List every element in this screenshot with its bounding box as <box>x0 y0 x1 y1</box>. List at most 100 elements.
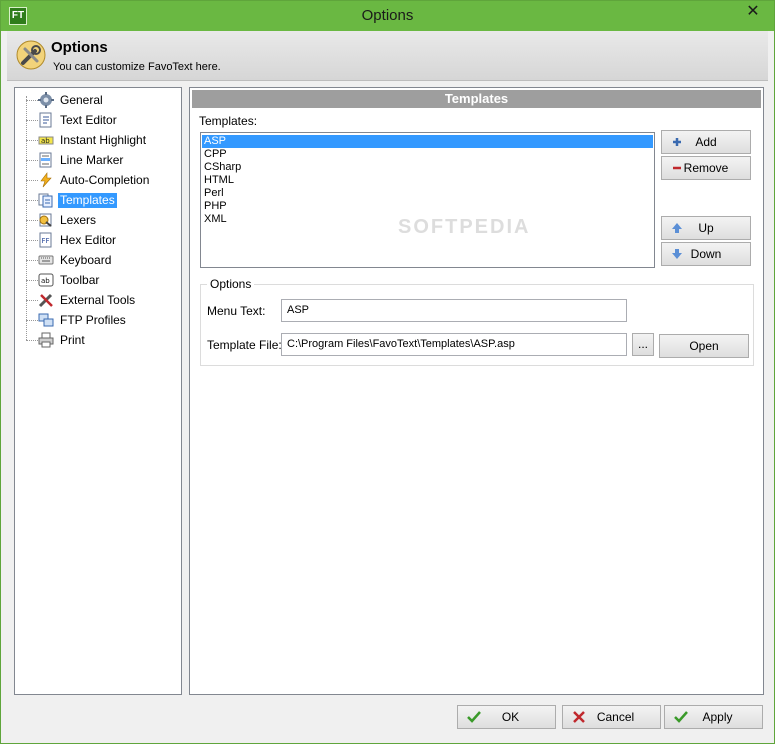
list-item[interactable]: ASP <box>202 135 653 148</box>
browse-button[interactable]: ... <box>632 333 654 356</box>
tree-connector <box>26 120 38 121</box>
tree-item-label: Lexers <box>60 213 97 227</box>
add-button[interactable]: Add <box>661 130 751 154</box>
down-button[interactable]: Down <box>661 242 751 266</box>
tree-item-label: Templates <box>58 193 117 208</box>
svg-text:ab: ab <box>41 277 50 285</box>
options-legend: Options <box>207 277 255 291</box>
printer-icon <box>38 332 54 348</box>
arrow-up-icon <box>672 223 682 233</box>
tree-item-label: Instant Highlight <box>60 133 147 147</box>
list-item[interactable]: HTML <box>202 174 653 187</box>
templates-icon <box>38 193 53 208</box>
tree-item-label: External Tools <box>60 293 136 307</box>
tree-connector <box>26 320 38 321</box>
remove-button[interactable]: Remove <box>661 156 751 180</box>
list-item[interactable]: Perl <box>202 187 653 200</box>
tree-connector <box>26 200 38 201</box>
ok-button[interactable]: OK <box>457 705 556 729</box>
tree-connector <box>26 260 38 261</box>
list-item[interactable]: CPP <box>202 148 653 161</box>
cancel-button[interactable]: Cancel <box>562 705 661 729</box>
up-button[interactable]: Up <box>661 216 751 240</box>
keyboard-icon <box>38 255 54 265</box>
tree-connector <box>26 220 38 221</box>
tree-item-external-tools[interactable]: External Tools <box>15 290 181 310</box>
tree-item-label: Text Editor <box>60 113 117 127</box>
lexers-icon <box>39 213 52 227</box>
hex-icon: FF <box>39 232 52 248</box>
options-tree[interactable]: General Text Editor ab Instant Highlight… <box>14 87 182 695</box>
tree-item-line-marker[interactable]: Line Marker <box>15 150 181 170</box>
templates-label: Templates: <box>199 114 258 128</box>
tree-item-label: FTP Profiles <box>60 313 126 327</box>
tree-item-toolbar[interactable]: ab Toolbar <box>15 270 181 290</box>
options-window: FT Options ✕ Options You can customize F… <box>0 0 775 744</box>
tree-connector <box>26 100 38 101</box>
line-marker-icon <box>39 152 52 168</box>
header-banner: Options You can customize FavoText here. <box>7 31 768 81</box>
tree-item-label: Auto-Completion <box>60 173 150 187</box>
tools-icon <box>38 293 53 308</box>
tree-item-text-editor[interactable]: Text Editor <box>15 110 181 130</box>
tree-item-label: Hex Editor <box>60 233 117 247</box>
apply-button-label: Apply <box>702 710 733 724</box>
tree-item-general[interactable]: General <box>15 90 181 110</box>
tree-connector <box>26 140 38 141</box>
templates-list[interactable]: ASP CPP CSharp HTML Perl PHP XML <box>200 132 655 268</box>
tree-item-label: Print <box>60 333 85 347</box>
template-file-input[interactable]: C:\Program Files\FavoText\Templates\ASP.… <box>281 333 627 356</box>
tools-header-icon <box>16 40 46 70</box>
tree-item-label: Keyboard <box>60 253 112 267</box>
svg-text:FF: FF <box>42 237 50 245</box>
tree-item-instant-highlight[interactable]: ab Instant Highlight <box>15 130 181 150</box>
close-button[interactable]: ✕ <box>738 1 768 23</box>
tree-item-lexers[interactable]: Lexers <box>15 210 181 230</box>
svg-text:ab: ab <box>41 137 50 145</box>
header-title: Options <box>51 39 108 56</box>
tree-item-print[interactable]: Print <box>15 330 181 350</box>
remove-button-label: Remove <box>683 161 729 175</box>
gear-icon <box>38 92 54 108</box>
templates-panel: Templates Templates: ASP CPP CSharp HTML… <box>189 87 764 695</box>
list-item[interactable]: PHP <box>202 200 653 213</box>
tree-item-label: Toolbar <box>60 273 100 287</box>
lightning-icon <box>40 172 52 188</box>
header-subtitle: You can customize FavoText here. <box>53 61 221 73</box>
menu-text-label: Menu Text: <box>207 304 266 318</box>
window-title: Options <box>361 7 414 24</box>
minus-icon <box>673 166 681 170</box>
tree-connector <box>26 300 38 301</box>
apply-button[interactable]: Apply <box>664 705 763 729</box>
tree-connector <box>26 280 38 281</box>
arrow-down-icon <box>672 249 682 259</box>
tree-item-templates[interactable]: Templates <box>15 190 181 210</box>
tree-item-label: General <box>60 93 103 107</box>
tree-item-ftp-profiles[interactable]: FTP Profiles <box>15 310 181 330</box>
ok-button-label: OK <box>501 710 520 724</box>
tree-item-auto-completion[interactable]: Auto-Completion <box>15 170 181 190</box>
tree-connector <box>26 180 38 181</box>
menu-text-input[interactable]: ASP <box>281 299 627 322</box>
tree-item-label: Line Marker <box>60 153 124 167</box>
up-button-label: Up <box>698 221 714 235</box>
down-button-label: Down <box>690 247 722 261</box>
list-item[interactable]: CSharp <box>202 161 653 174</box>
toolbar-icon: ab <box>38 273 54 287</box>
tree-connector <box>26 240 38 241</box>
title-bar[interactable]: FT Options ✕ <box>1 1 774 31</box>
ftp-icon <box>38 313 54 327</box>
tree-connector <box>26 160 38 161</box>
plus-icon <box>673 138 681 146</box>
tree-item-hex-editor[interactable]: FF Hex Editor <box>15 230 181 250</box>
open-button[interactable]: Open <box>659 334 749 358</box>
template-file-label: Template File: <box>207 338 282 352</box>
cancel-button-label: Cancel <box>596 710 635 724</box>
tree-item-keyboard[interactable]: Keyboard <box>15 250 181 270</box>
document-icon <box>39 112 52 128</box>
softpedia-watermark: SOFTPEDIA <box>398 216 531 238</box>
add-button-label: Add <box>695 135 717 149</box>
panel-title: Templates <box>192 90 761 108</box>
options-group: Options Menu Text: ASP Template File: C:… <box>200 277 754 366</box>
highlight-icon: ab <box>38 136 54 145</box>
